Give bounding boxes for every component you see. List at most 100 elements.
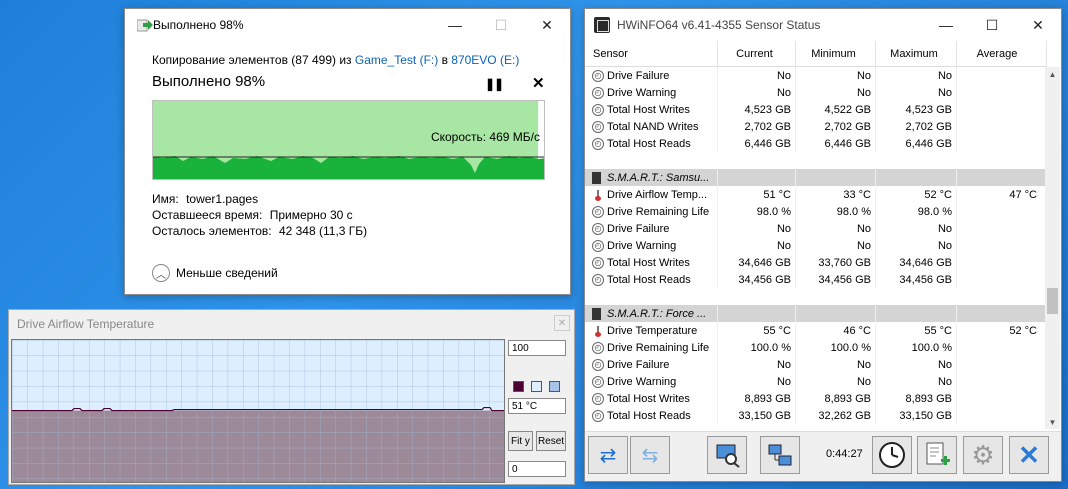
sensor-clock-icon: ◴: [592, 86, 604, 99]
transfer-speed-graph: Скорость: 469 МБ/с: [152, 100, 545, 180]
sensor-row[interactable]: ◴ Total Host Reads 33,150 GB 32,262 GB 33,15…: [585, 407, 1047, 424]
sensor-name-cell: ◴ Drive Failure: [585, 220, 718, 237]
background-color-swatch[interactable]: [531, 381, 542, 392]
exit-x-icon[interactable]: ✕: [1009, 436, 1049, 474]
clock-icon[interactable]: [872, 436, 912, 474]
current-cell: No: [718, 84, 796, 101]
pause-button[interactable]: ❚❚: [485, 77, 504, 91]
source-link[interactable]: Game_Test (F:): [355, 53, 438, 67]
column-current[interactable]: Current: [718, 41, 796, 66]
column-maximum[interactable]: Maximum: [876, 41, 957, 66]
sensor-row[interactable]: ◴ Total Host Reads 6,446 GB 6,446 GB 6,446 G…: [585, 135, 1047, 152]
current-cell: No: [718, 356, 796, 373]
current-cell: 34,456 GB: [718, 271, 796, 288]
sensor-row[interactable]: ◴ Drive Warning No No No: [585, 373, 1047, 390]
minimize-button[interactable]: —: [432, 9, 478, 41]
sensor-row[interactable]: ◴ Drive Failure No No No: [585, 356, 1047, 373]
sensor-name-cell: ◴ Drive Failure: [585, 356, 718, 373]
maximum-cell: 34,456 GB: [876, 271, 957, 288]
copy-mid: в: [438, 53, 452, 67]
scroll-down-icon[interactable]: ▼: [1045, 415, 1060, 429]
sensor-clock-icon: ◴: [592, 103, 604, 116]
grid-color-swatch[interactable]: [549, 381, 560, 392]
sensor-row[interactable]: ◴ Drive Failure No No No: [585, 220, 1047, 237]
sensor-row[interactable]: ◴ Drive Remaining Life 100.0 % 100.0 % 100.0…: [585, 339, 1047, 356]
average-cell: [957, 390, 1047, 407]
sensor-name: Total NAND Writes: [607, 120, 699, 133]
hwinfo-toolbar: ⇄ ⇆ 0:44:27 ⚙ ✕: [585, 431, 1061, 481]
maximum-cell: 6,446 GB: [876, 135, 957, 152]
column-minimum[interactable]: Minimum: [796, 41, 876, 66]
add-report-icon[interactable]: [917, 436, 957, 474]
settings-gear-icon[interactable]: ⚙: [963, 436, 1003, 474]
sensor-row[interactable]: ◴ Total Host Writes 4,523 GB 4,522 GB 4,523 …: [585, 101, 1047, 118]
network-search-icon[interactable]: [707, 436, 747, 474]
sensor-graph-window: Drive Airflow Temperature ✕ 100 51 °C Fi…: [8, 309, 575, 485]
fit-y-button[interactable]: Fit y: [508, 431, 533, 451]
expand-arrows-icon[interactable]: ⇄: [588, 436, 628, 474]
reset-button[interactable]: Reset: [536, 431, 566, 451]
sensor-row[interactable]: ◴ Drive Warning No No No: [585, 84, 1047, 101]
average-cell: [957, 118, 1047, 135]
sensor-row[interactable]: Drive Airflow Temp... 51 °C 33 °C 52 °C 47 °…: [585, 186, 1047, 203]
chevron-up-icon: ︿: [152, 264, 170, 282]
maximize-button[interactable]: ☐: [478, 9, 524, 41]
sensor-row[interactable]: ◴ Total Host Writes 34,646 GB 33,760 GB 34,6…: [585, 254, 1047, 271]
items-row: Осталось элементов: 42 348 (11,3 ГБ): [152, 224, 367, 238]
minimum-cell: No: [796, 356, 876, 373]
sensor-row[interactable]: Drive Temperature 55 °C 46 °C 55 °C 52 °C: [585, 322, 1047, 339]
graph-min-field[interactable]: 0: [508, 461, 566, 477]
vertical-scrollbar[interactable]: ▲ ▼: [1045, 67, 1060, 429]
average-cell: [957, 339, 1047, 356]
sensor-row[interactable]: ◴ Total Host Reads 34,456 GB 34,456 GB 34,45…: [585, 271, 1047, 288]
minimum-cell: 4,522 GB: [796, 101, 876, 118]
minimum-cell: 100.0 %: [796, 339, 876, 356]
column-sensor[interactable]: Sensor: [585, 41, 718, 66]
sensor-group-header[interactable]: S.M.A.R.T.: Force ...: [585, 305, 1047, 322]
sensor-name-cell: ◴ Total Host Reads: [585, 407, 718, 424]
maximum-cell: 55 °C: [876, 322, 957, 339]
sensor-plot: [11, 339, 505, 483]
sensor-name: Drive Warning: [607, 86, 677, 99]
group-cell: [796, 305, 876, 322]
stop-button[interactable]: ✕: [532, 74, 545, 92]
column-average[interactable]: Average: [957, 41, 1047, 66]
sensor-clock-icon: ◴: [592, 409, 604, 422]
dest-link[interactable]: 870EVO (E:): [451, 53, 519, 67]
sensor-group-header[interactable]: S.M.A.R.T.: Samsu...: [585, 169, 1047, 186]
scroll-thumb[interactable]: [1047, 288, 1058, 314]
hw-close-button[interactable]: ✕: [1015, 9, 1061, 41]
network-monitors-icon[interactable]: [760, 436, 800, 474]
collapse-arrows-icon[interactable]: ⇆: [630, 436, 670, 474]
hw-maximize-button[interactable]: ☐: [969, 9, 1015, 41]
maximum-cell: 52 °C: [876, 186, 957, 203]
sensor-clock-icon: ◴: [592, 341, 604, 354]
current-cell: 34,646 GB: [718, 254, 796, 271]
line-color-swatch[interactable]: [513, 381, 524, 392]
time-row: Оставшееся время: Примерно 30 с: [152, 208, 353, 222]
sensor-row[interactable]: ◴ Total Host Writes 8,893 GB 8,893 GB 8,893 …: [585, 390, 1047, 407]
copy-window-title: Выполнено 98%: [153, 18, 244, 32]
sensor-row[interactable]: ◴ Drive Remaining Life 98.0 % 98.0 % 98.0 %: [585, 203, 1047, 220]
sensor-name: Drive Temperature: [607, 324, 698, 337]
sensor-clock-icon: ◴: [592, 137, 604, 150]
hwinfo-titlebar[interactable]: HWiNFO64 v6.41-4355 Sensor Status — ☐ ✕: [585, 9, 1061, 41]
less-details-button[interactable]: ︿ Меньше сведений: [152, 264, 278, 282]
average-cell: [957, 407, 1047, 424]
copy-titlebar[interactable]: Выполнено 98% — ☐ ✕: [125, 9, 570, 41]
sensor-row[interactable]: ◴ Drive Warning No No No: [585, 237, 1047, 254]
current-cell: 51 °C: [718, 186, 796, 203]
scroll-up-icon[interactable]: ▲: [1045, 67, 1060, 81]
hwinfo-window: HWiNFO64 v6.41-4355 Sensor Status — ☐ ✕ …: [584, 8, 1062, 482]
hw-minimize-button[interactable]: —: [923, 9, 969, 41]
average-cell: [957, 101, 1047, 118]
sensor-clock-icon: ◴: [592, 205, 604, 218]
sensor-name: Drive Airflow Temp...: [607, 188, 708, 201]
sensor-name: Total Host Writes: [607, 392, 690, 405]
graph-max-field[interactable]: 100: [508, 340, 566, 356]
sensor-row[interactable]: ◴ Drive Failure No No No: [585, 67, 1047, 84]
graph-close-icon[interactable]: ✕: [554, 315, 570, 331]
group-cell: [876, 169, 957, 186]
sensor-row[interactable]: ◴ Total NAND Writes 2,702 GB 2,702 GB 2,702 …: [585, 118, 1047, 135]
close-button[interactable]: ✕: [524, 9, 570, 41]
